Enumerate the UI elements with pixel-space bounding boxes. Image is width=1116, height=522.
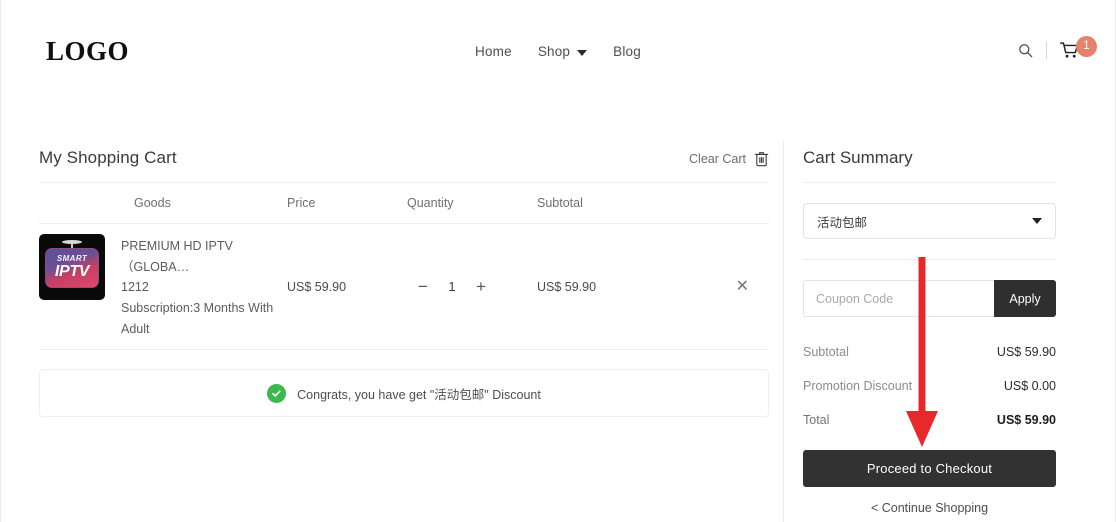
- promotion-banner-text: Congrats, you have get "活动包邮" Discount: [297, 387, 541, 402]
- cart-column-headers: Goods Price Quantity Subtotal: [39, 183, 769, 224]
- total-line-subtotal: Subtotal US$ 59.90: [803, 335, 1056, 369]
- search-icon[interactable]: [1018, 43, 1033, 58]
- nav-item-blog[interactable]: Blog: [613, 44, 641, 59]
- column-header-subtotal: Subtotal: [537, 196, 583, 210]
- column-header-quantity: Quantity: [407, 196, 454, 210]
- coupon-row: Apply: [803, 280, 1056, 317]
- promotion-banner: Congrats, you have get "活动包邮" Discount: [39, 369, 769, 418]
- site-header: LOGO Home Shop Blog 1: [1, 0, 1115, 110]
- summary-title: Cart Summary: [803, 148, 1056, 183]
- satellite-dish-icon: [62, 240, 82, 244]
- clear-cart-label: Clear Cart: [689, 152, 746, 166]
- main-navigation: Home Shop Blog: [1, 44, 1115, 59]
- thumbnail-text-iptv: IPTV: [54, 263, 90, 280]
- product-title[interactable]: PREMIUM HD IPTV （GLOBA…: [121, 236, 287, 277]
- subtotal-label: Subtotal: [803, 345, 849, 359]
- quantity-stepper: − 1 +: [407, 278, 537, 295]
- shipping-method-value: 活动包邮: [817, 215, 868, 230]
- page-content: My Shopping Cart Clear Cart Goods Price: [1, 110, 1115, 522]
- tv-shape: SMART IPTV: [45, 248, 99, 288]
- trash-icon: [754, 152, 769, 167]
- remove-item-button[interactable]: ✕: [736, 278, 749, 295]
- shopping-cart-page: LOGO Home Shop Blog 1 My Shopping Cart C…: [0, 0, 1116, 522]
- goods-cell: SMART IPTV PREMIUM HD IPTV （GLOBA… 1212 …: [39, 224, 287, 349]
- product-sku: 1212: [121, 280, 149, 295]
- cart-summary-panel: Cart Summary 活动包邮 Apply Subtotal US$ 59.…: [803, 148, 1056, 515]
- quantity-increment-button[interactable]: +: [475, 278, 487, 295]
- product-price: US$ 59.90: [287, 279, 347, 294]
- total-line-promotion-discount: Promotion Discount US$ 0.00: [803, 369, 1056, 403]
- cart-count-badge: 1: [1076, 36, 1097, 57]
- coupon-code-input[interactable]: [803, 280, 994, 317]
- cart-header: My Shopping Cart Clear Cart: [39, 148, 769, 183]
- product-variant: Subscription:3 Months With Adult: [121, 300, 274, 336]
- subtotal-value: US$ 59.90: [996, 345, 1056, 359]
- total-line-total: Total US$ 59.90: [803, 403, 1056, 437]
- column-header-goods: Goods: [134, 196, 171, 210]
- quantity-decrement-button[interactable]: −: [417, 278, 429, 295]
- chevron-down-icon: [577, 49, 588, 56]
- panel-divider: [783, 140, 784, 522]
- totals-list: Subtotal US$ 59.90 Promotion Discount US…: [803, 335, 1056, 437]
- thumbnail-text-smart: SMART: [56, 254, 88, 263]
- product-thumbnail[interactable]: SMART IPTV: [39, 234, 105, 300]
- total-value: US$ 59.90: [996, 413, 1056, 427]
- nav-item-home[interactable]: Home: [475, 44, 512, 59]
- table-row: SMART IPTV PREMIUM HD IPTV （GLOBA… 1212 …: [39, 224, 769, 351]
- cart-button[interactable]: 1: [1060, 36, 1097, 59]
- nav-item-home-label: Home: [475, 44, 512, 59]
- chevron-down-icon: [1032, 218, 1042, 224]
- page-title: My Shopping Cart: [39, 148, 177, 167]
- quantity-value[interactable]: 1: [447, 279, 457, 294]
- continue-shopping-link[interactable]: < Continue Shopping: [803, 501, 1056, 515]
- shipping-method-select[interactable]: 活动包邮: [803, 203, 1056, 239]
- summary-separator: [803, 259, 1056, 260]
- clear-cart-button[interactable]: Clear Cart: [689, 151, 769, 167]
- check-circle-icon: [267, 383, 287, 403]
- total-label: Total: [803, 413, 830, 427]
- header-tools: 1: [1018, 36, 1097, 59]
- nav-item-shop[interactable]: Shop: [537, 44, 588, 59]
- column-header-price: Price: [287, 196, 316, 210]
- apply-coupon-button[interactable]: Apply: [994, 280, 1056, 317]
- promotion-discount-label: Promotion Discount: [803, 379, 913, 393]
- promotion-discount-value: US$ 0.00: [1003, 379, 1056, 393]
- header-divider: [1046, 42, 1047, 59]
- site-logo[interactable]: LOGO: [46, 38, 129, 65]
- nav-item-shop-label: Shop: [537, 44, 571, 59]
- proceed-to-checkout-button[interactable]: Proceed to Checkout: [803, 450, 1056, 487]
- product-details: PREMIUM HD IPTV （GLOBA… 1212 Subscriptio…: [121, 234, 287, 339]
- cart-panel: My Shopping Cart Clear Cart Goods Price: [39, 148, 769, 418]
- nav-item-blog-label: Blog: [613, 44, 641, 59]
- product-subtotal: US$ 59.90: [537, 279, 597, 294]
